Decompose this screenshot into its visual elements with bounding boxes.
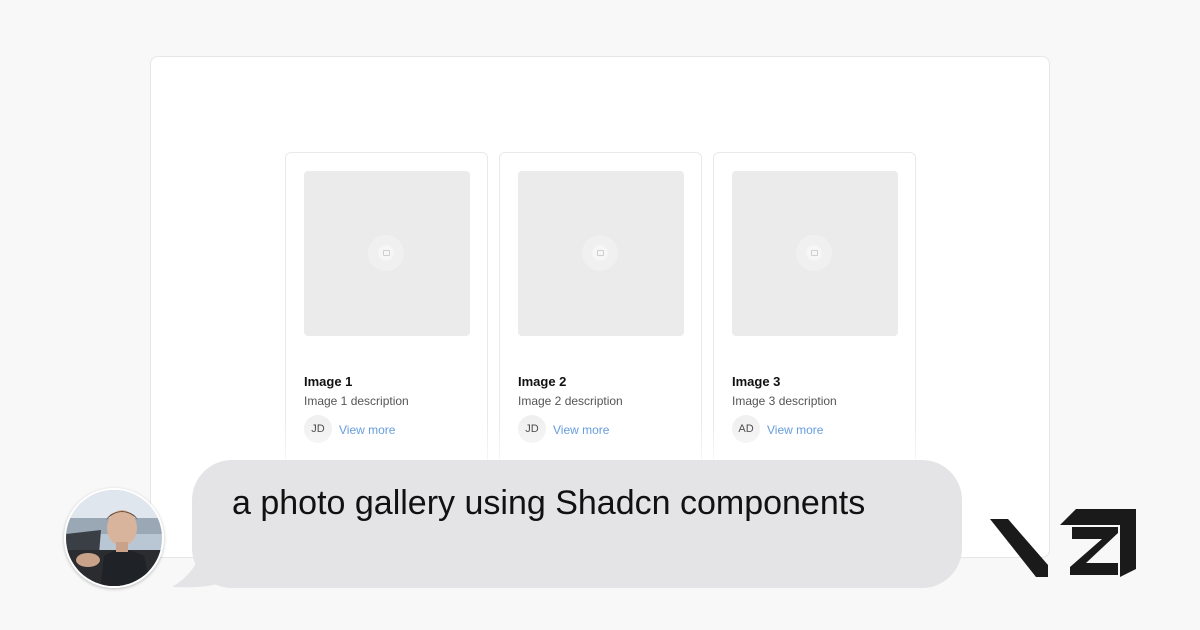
image-placeholder	[304, 171, 470, 336]
gallery-card: Image 1 Image 1 description JD View more	[285, 152, 488, 472]
prompt-text: a photo gallery using Shadcn components	[232, 484, 866, 522]
user-avatar	[64, 488, 164, 588]
gallery-card: Image 2 Image 2 description JD View more	[499, 152, 702, 472]
avatar: JD	[304, 415, 332, 443]
og-image: Image 1 Image 1 description JD View more…	[0, 0, 1200, 630]
avatar: AD	[732, 415, 760, 443]
v0-logo	[990, 509, 1136, 577]
image-placeholder	[732, 171, 898, 336]
image-placeholder-icon	[796, 235, 832, 271]
card-description: Image 3 description	[732, 394, 837, 408]
card-title: Image 2	[518, 374, 567, 389]
view-more-link[interactable]: View more	[339, 422, 395, 438]
card-description: Image 2 description	[518, 394, 623, 408]
card-title: Image 3	[732, 374, 781, 389]
view-more-link[interactable]: View more	[553, 422, 609, 438]
image-placeholder-icon	[368, 235, 404, 271]
gallery-card: Image 3 Image 3 description AD View more	[713, 152, 916, 472]
user-photo	[66, 490, 162, 586]
view-more-link[interactable]: View more	[767, 422, 823, 438]
image-placeholder	[518, 171, 684, 336]
image-placeholder-icon	[582, 235, 618, 271]
chat-bubble: a photo gallery using Shadcn components	[192, 460, 962, 588]
card-title: Image 1	[304, 374, 353, 389]
card-description: Image 1 description	[304, 394, 409, 408]
avatar: JD	[518, 415, 546, 443]
